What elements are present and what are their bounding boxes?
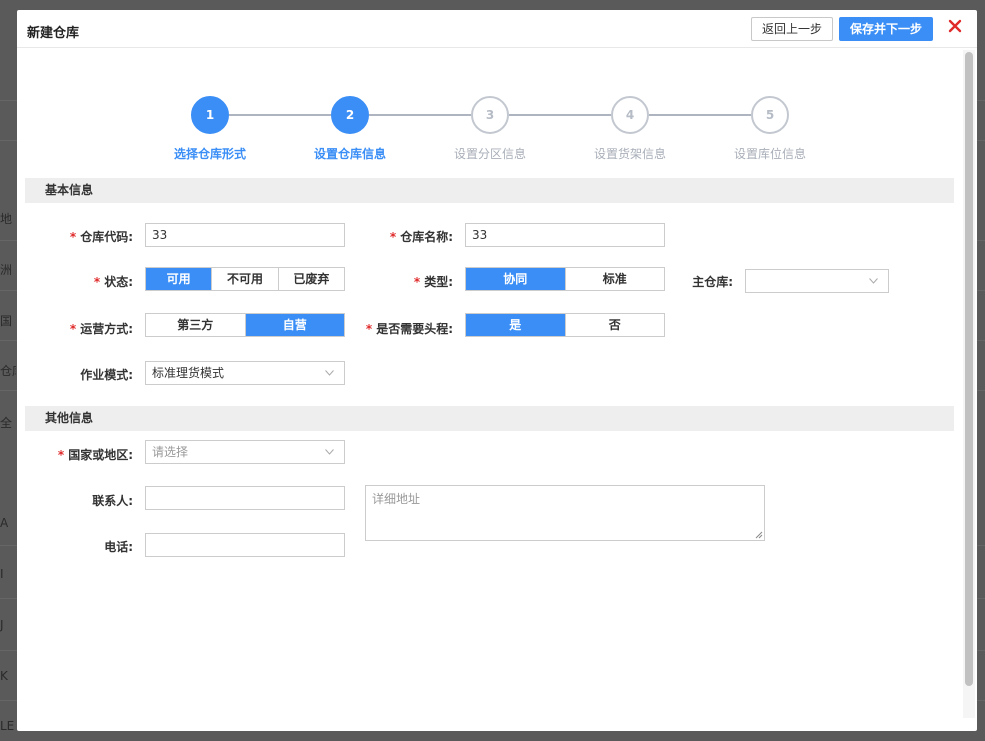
step-3-circle: 3 [471,96,509,134]
dialog-header: 新建仓库 返回上一步 保存并下一步 [17,10,977,48]
step-4-circle: 4 [611,96,649,134]
bg-fragment: A [0,516,9,530]
step-1-label: 选择仓库形式 [173,147,246,161]
operation-selector: 第三方 自营 [145,313,345,337]
step-4-label: 设置货架信息 [593,147,666,161]
ops-third-party-option[interactable]: 第三方 [146,314,246,336]
basic-info-heading: 基本信息 [25,178,954,203]
other-info-heading: 其他信息 [25,406,954,431]
status-available-option[interactable]: 可用 [146,268,213,290]
bg-fragment: LE [0,719,15,733]
type-collaborative-option[interactable]: 协同 [466,268,566,290]
phone-label: 电话: [104,540,133,554]
operation-mode-label: * 运营方式: [69,322,133,336]
warehouse-name-label: * 仓库名称: [389,230,453,244]
contact-field[interactable] [145,486,345,510]
bg-fragment: I [0,567,4,581]
bg-fragment: 全 [0,416,13,430]
scrollbar-thumb[interactable] [965,52,973,686]
status-deprecated-option[interactable]: 已废弃 [279,268,344,290]
step-2-circle: 2 [331,96,369,134]
phone-field[interactable] [145,533,345,557]
dialog-title: 新建仓库 [27,26,80,41]
bg-fragment: J [0,618,4,632]
chevron-down-icon [325,370,334,376]
main-warehouse-select[interactable] [745,269,889,293]
bg-fragment: 地 [0,212,13,226]
step-2-label: 设置仓库信息 [313,147,386,161]
step-5-circle: 5 [751,96,789,134]
save-next-button[interactable]: 保存并下一步 [839,17,933,41]
resize-handle-icon[interactable] [755,531,763,539]
step-connector [369,114,471,116]
first-leg-yes-option[interactable]: 是 [466,314,566,336]
ops-self-operated-option[interactable]: 自营 [245,314,344,336]
chevron-down-icon [325,449,334,455]
step-1-circle: 1 [191,96,229,134]
step-connector [229,114,331,116]
work-mode-value: 标准理货模式 [152,366,225,380]
first-leg-no-option[interactable]: 否 [566,314,665,336]
country-select[interactable]: 请选择 [145,440,345,464]
step-connector [649,114,751,116]
type-standard-option[interactable]: 标准 [566,268,665,290]
first-leg-selector: 是 否 [465,313,665,337]
status-selector: 可用 不可用 已废弃 [145,267,345,291]
type-selector: 协同 标准 [465,267,665,291]
bg-fragment: 国 [0,314,13,328]
work-mode-label: 作业模式: [80,368,133,382]
chevron-down-icon [869,278,878,284]
dialog-body: 1 2 3 4 5 选择仓库形式 设置仓库信息 设置分区信息 设置货架信息 设置… [17,48,962,728]
warehouse-code-field[interactable]: 33 [145,223,345,247]
work-mode-select[interactable]: 标准理货模式 [145,361,345,385]
step-5-label: 设置库位信息 [733,147,806,161]
status-unavailable-option[interactable]: 不可用 [212,268,279,290]
status-label: * 状态: [93,275,133,289]
bg-fragment: K [0,669,8,683]
new-warehouse-dialog: 新建仓库 返回上一步 保存并下一步 1 2 3 4 5 选择仓库形式 设置仓库信… [17,10,977,731]
first-leg-label: * 是否需要头程: [365,322,453,336]
contact-label: 联系人: [92,494,133,508]
warehouse-code-label: * 仓库代码: [69,230,133,244]
step-connector [509,114,611,116]
warehouse-name-field[interactable]: 33 [465,223,665,247]
main-warehouse-label: 主仓库: [692,275,733,289]
bg-fragment: 洲 [0,263,13,277]
address-placeholder: 详细地址 [372,492,421,506]
close-icon[interactable] [947,18,963,34]
back-button[interactable]: 返回上一步 [751,17,833,41]
address-textarea[interactable]: 详细地址 [365,485,765,541]
bg-fragment: 仓库 [0,364,16,378]
type-label: * 类型: [413,275,453,289]
country-label: * 国家或地区: [57,448,133,462]
step-3-label: 设置分区信息 [453,147,526,161]
country-placeholder: 请选择 [152,445,189,459]
